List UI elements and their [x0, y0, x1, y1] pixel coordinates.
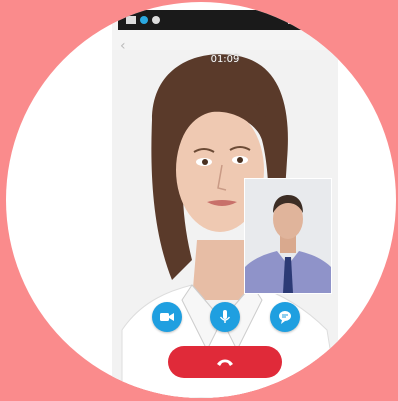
- wifi-icon: [300, 16, 308, 24]
- call-timer: 01:09: [210, 54, 240, 65]
- skype-status-icon: [140, 16, 148, 24]
- video-toggle-button[interactable]: [152, 302, 182, 332]
- status-bar: [118, 10, 330, 30]
- self-view-video[interactable]: [244, 178, 332, 294]
- back-arrow-icon[interactable]: ‹: [120, 38, 126, 54]
- phone-hangup-icon: [217, 359, 233, 366]
- self-view-person: [245, 179, 331, 293]
- vibrate-icon: [288, 16, 296, 24]
- end-call-button[interactable]: [168, 346, 282, 378]
- video-camera-icon: [160, 313, 174, 321]
- phone-screen: ‹ 01:09: [112, 10, 338, 398]
- chat-button[interactable]: [270, 302, 300, 332]
- signal-icon: [312, 16, 322, 24]
- chat-bubble-icon: [279, 311, 291, 324]
- notification-icon: [126, 16, 136, 24]
- app-icon: [152, 16, 160, 24]
- microphone-icon: [219, 310, 231, 323]
- circular-frame: ‹ 01:09: [6, 2, 396, 398]
- mute-button[interactable]: [210, 302, 240, 332]
